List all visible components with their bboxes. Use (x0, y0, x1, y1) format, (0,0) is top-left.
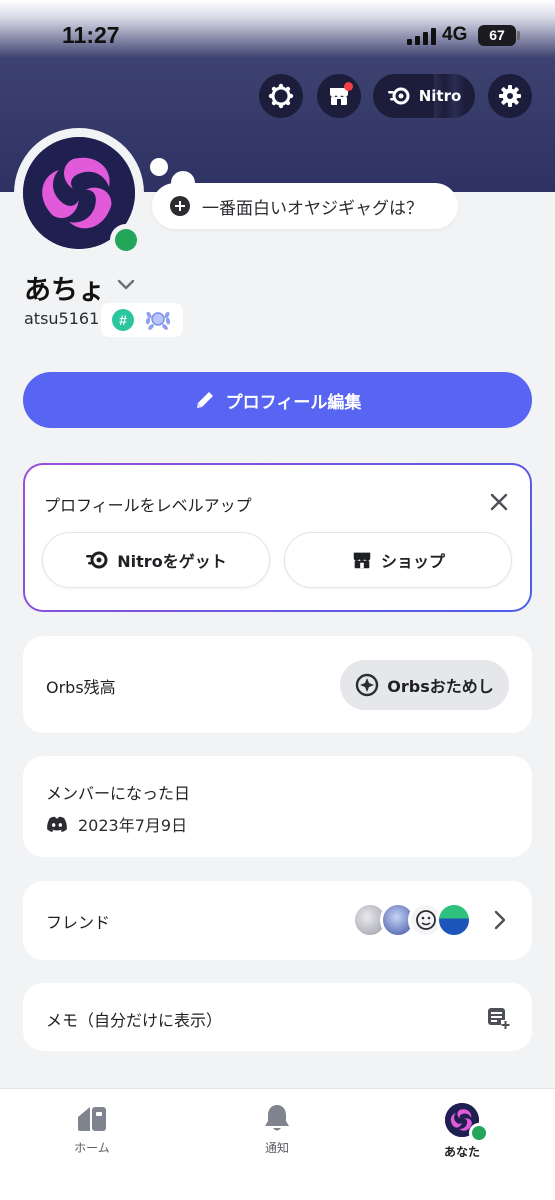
discord-icon (47, 816, 67, 832)
member-since-date: 2023年7月9日 (78, 816, 188, 835)
username: atsu5161 (24, 309, 100, 328)
tab-you[interactable]: あなた (412, 1103, 512, 1160)
bell-icon (265, 1105, 289, 1131)
orbs-trial-button[interactable]: Orbsおためし (340, 660, 509, 710)
friends-card[interactable]: フレンド (23, 881, 532, 960)
orbs-button[interactable] (259, 74, 303, 118)
orbs-balance-card: Orbs残高 Orbsおためし (23, 636, 532, 733)
tab-bar: ホーム 通知 あなた (0, 1088, 555, 1200)
status-time: 11:27 (62, 22, 120, 48)
memo-label: メモ（自分だけに表示） (46, 1011, 223, 1030)
tab-you-label: あなた (443, 1145, 480, 1159)
nitro-icon (86, 551, 108, 569)
edit-profile-label: プロフィール編集 (225, 392, 362, 413)
chevron-right-icon (494, 910, 506, 930)
get-nitro-button[interactable]: Nitroをゲット (42, 532, 270, 588)
chevron-down-icon[interactable] (116, 278, 136, 292)
tab-notifications[interactable]: 通知 (227, 1103, 327, 1156)
shop-button[interactable] (317, 74, 361, 118)
levelup-card: プロフィールをレベルアップ Nitroをゲット ショップ (23, 463, 532, 612)
tab-home-label: ホーム (74, 1141, 110, 1155)
status-bubble[interactable]: 一番面白いオヤジギャグは？ (152, 183, 458, 229)
notification-dot (344, 82, 353, 91)
gear-icon (499, 85, 521, 107)
tab-notifications-label: 通知 (264, 1141, 289, 1155)
status-bubble-text: 一番面白いオヤジギャグは？ (202, 198, 423, 219)
memo-card[interactable]: メモ（自分だけに表示） (23, 983, 532, 1051)
nitro-icon (387, 87, 410, 105)
battery-tip (517, 31, 520, 40)
thought-dot-small (150, 158, 168, 176)
edit-profile-button[interactable]: プロフィール編集 (23, 372, 532, 428)
home-icon (78, 1107, 106, 1131)
hashtag-badge-icon[interactable]: # (112, 309, 134, 331)
badge-list: # (101, 303, 183, 337)
orb-icon (356, 673, 379, 697)
add-note-icon[interactable] (486, 1006, 510, 1030)
online-status-indicator (469, 1123, 489, 1143)
status-bar: 11:27 4G 67 (0, 0, 555, 70)
settings-button[interactable] (488, 74, 532, 118)
laurel-badge-icon[interactable] (144, 307, 172, 333)
plus-icon (170, 196, 190, 216)
display-name[interactable]: あちょ (24, 268, 105, 307)
member-since-label: メンバーになった日 (46, 784, 191, 803)
nitro-button[interactable]: Nitro (373, 74, 475, 118)
battery-level: 67 (489, 27, 505, 43)
get-nitro-label: Nitroをゲット (117, 552, 227, 571)
orb-icon (268, 83, 294, 109)
nitro-label: Nitro (418, 87, 462, 105)
orbs-balance-label: Orbs残高 (46, 678, 116, 697)
orbs-trial-label: Orbsおためし (387, 677, 494, 696)
tab-home[interactable]: ホーム (42, 1103, 142, 1156)
signal-icon (407, 27, 436, 45)
pencil-icon (196, 392, 213, 408)
network-type: 4G (442, 24, 468, 45)
battery-icon: 67 (478, 25, 516, 46)
friends-label: フレンド (46, 913, 111, 932)
member-since-card: メンバーになった日 2023年7月9日 (23, 756, 532, 857)
shop-icon (353, 552, 371, 569)
shop-label: ショップ (380, 552, 445, 571)
shop-link-button[interactable]: ショップ (284, 532, 512, 588)
close-icon[interactable] (488, 491, 510, 513)
levelup-title: プロフィールをレベルアップ (44, 496, 252, 515)
friend-avatar (436, 902, 472, 938)
online-status-indicator (115, 229, 137, 251)
